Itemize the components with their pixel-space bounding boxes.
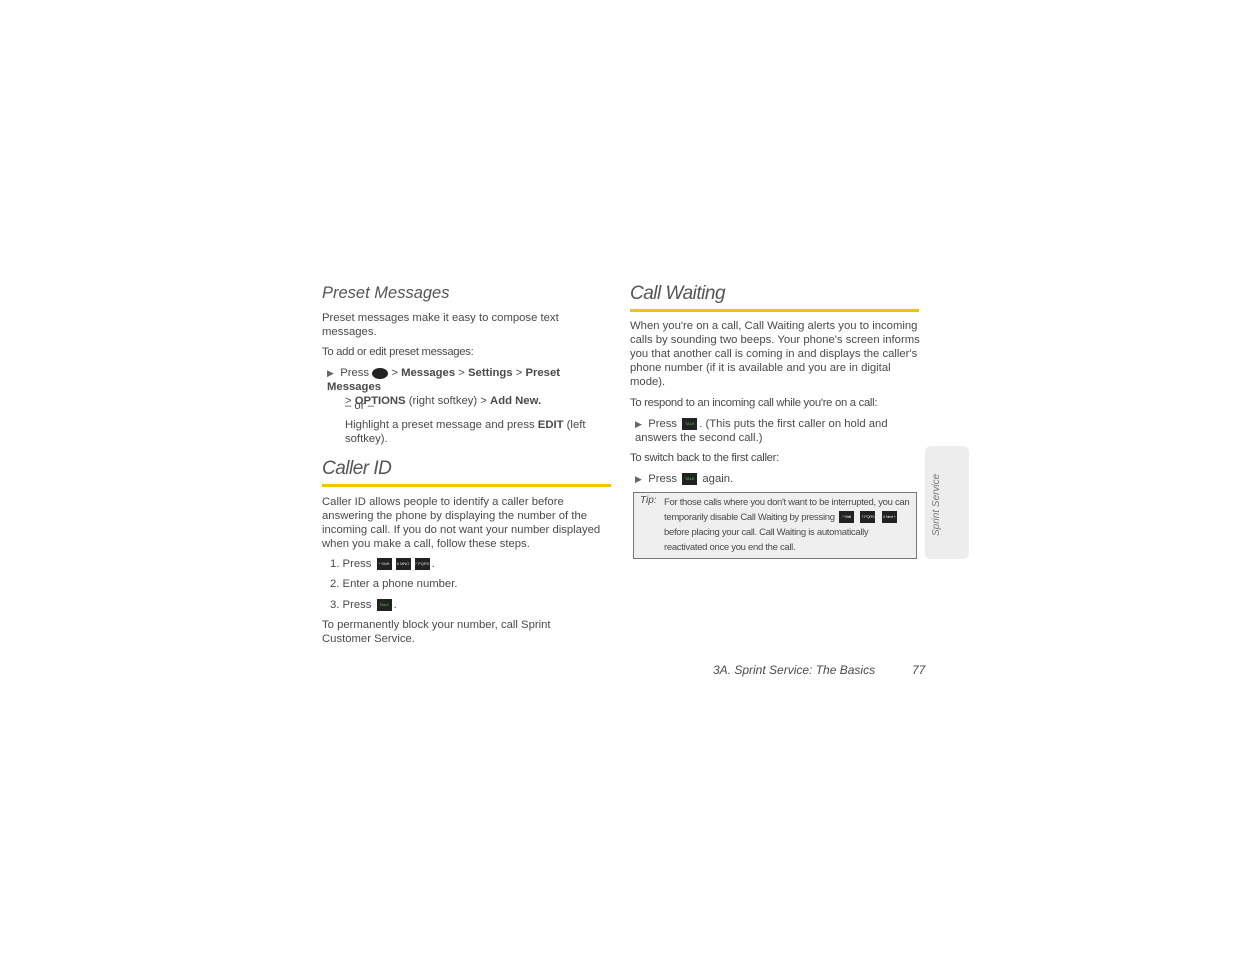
talk-key-icon: TALK: [682, 473, 698, 486]
7-key-icon: 7 PQRS: [860, 511, 876, 524]
caller-intro: Caller ID allows people to identify a ca…: [322, 496, 601, 550]
0-key-icon: 0 Next +: [881, 511, 897, 524]
7-key-icon: 7 PQRS: [414, 558, 430, 571]
shift-key-icon: * Shift: [376, 558, 392, 571]
shift-key-icon: * Shift: [839, 511, 855, 524]
waiting-lead1: To respond to an incoming call while you…: [630, 397, 878, 409]
caller-step-2: 2. Enter a phone number.: [330, 578, 458, 590]
bullet-arrow-icon: ▶: [635, 474, 642, 484]
caller-outro: To permanently block your number, call S…: [322, 619, 551, 645]
caller-step-1: 1. Press * Shift 6 MNO 7 PQRS.: [330, 558, 435, 571]
bullet-arrow-icon: ▶: [635, 419, 642, 429]
preset-intro: Preset messages make it easy to compose …: [322, 312, 559, 338]
bullet-arrow-icon: ▶: [327, 368, 334, 378]
heading-rule: [630, 309, 919, 312]
talk-key-icon: TALK: [682, 418, 698, 431]
preset-lead: To add or edit preset messages:: [322, 346, 474, 358]
preset-heading: Preset Messages: [322, 284, 450, 302]
waiting-lead2: To switch back to the first caller:: [630, 452, 779, 464]
caller-step-3: 3. Press TALK.: [330, 599, 397, 612]
menu-key-icon: [372, 367, 389, 379]
page-number: 77: [912, 663, 926, 677]
heading-rule: [322, 484, 611, 487]
waiting-step1: ▶ Press TALK. (This puts the first calle…: [635, 418, 888, 444]
6-key-icon: 6 MNO: [395, 558, 411, 571]
side-tab: Sprint Service: [925, 446, 969, 559]
manual-page: Preset Messages Preset messages make it …: [0, 0, 1235, 954]
talk-key-icon: TALK: [376, 599, 392, 612]
waiting-intro: When you're on a call, Call Waiting aler…: [630, 320, 920, 388]
caller-heading: Caller ID: [322, 458, 392, 479]
tip-text: For those calls where you don't want to …: [664, 497, 910, 553]
preset-alt: Highlight a preset message and press EDI…: [345, 419, 586, 445]
tip-box: Tip: For those calls where you don't wan…: [633, 492, 917, 559]
waiting-step2: ▶ Press TALK again.: [635, 473, 734, 486]
or-text: – or –: [345, 400, 374, 412]
waiting-heading: Call Waiting: [630, 283, 726, 304]
footer-section: 3A. Sprint Service: The Basics: [713, 663, 876, 677]
